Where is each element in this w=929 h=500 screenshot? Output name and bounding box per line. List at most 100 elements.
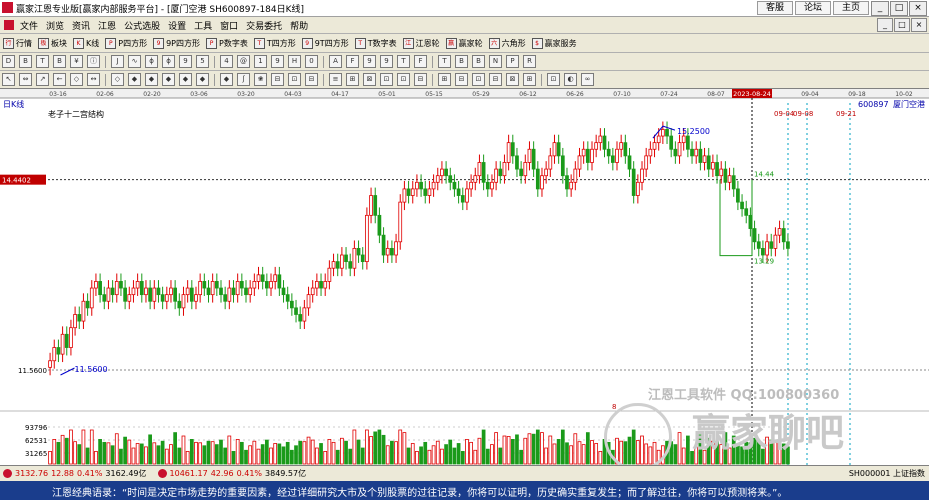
tool-icon[interactable]: ⊟ [489, 73, 502, 86]
tool-icon[interactable]: B [472, 55, 485, 68]
forum-link[interactable]: 论坛 [794, 1, 831, 15]
tool-icon[interactable]: ʃ [237, 73, 250, 86]
mdi-minimize-button[interactable]: _ [877, 18, 893, 32]
tool-icon[interactable]: ◇ [111, 73, 124, 86]
menu-item-8[interactable]: 交易委托 [242, 19, 286, 32]
tool-icon[interactable]: ≡ [329, 73, 342, 86]
tool-icon[interactable]: ∿ [128, 55, 141, 68]
customer-service-link[interactable]: 客服 [756, 1, 793, 15]
tool-icon[interactable]: ϕ [145, 55, 158, 68]
menu-item-7[interactable]: 窗口 [216, 19, 242, 32]
toolbar-button-7[interactable]: 9 9T四方形 [299, 37, 352, 49]
tool-icon[interactable]: ⊡ [547, 73, 560, 86]
toolbar-separator [432, 55, 433, 68]
tool-icon[interactable]: T [36, 55, 49, 68]
tool-icon[interactable]: ∞ [581, 73, 594, 86]
tool-icon[interactable]: 9 [380, 55, 393, 68]
menu-item-0[interactable]: 文件 [16, 19, 42, 32]
tool-icon[interactable]: J [111, 55, 124, 68]
toolbar-button-4[interactable]: 9 9P四方形 [150, 37, 203, 49]
toolbar-button-1[interactable]: 板板块 [35, 37, 70, 49]
tool-icon[interactable]: ¥ [70, 55, 83, 68]
tool-icon[interactable]: T [438, 55, 451, 68]
index-quote-0[interactable]: 3132.76 12.88 0.41% 3162.49亿 [0, 468, 147, 479]
menu-item-1[interactable]: 浏览 [42, 19, 68, 32]
tool-icon[interactable]: ⊞ [523, 73, 536, 86]
tool-icon[interactable]: 9 [179, 55, 192, 68]
tool-icon[interactable]: N [489, 55, 502, 68]
toolbar-button-9[interactable]: 江江恩轮 [400, 37, 443, 49]
toolbar-button-5[interactable]: P P数字表 [203, 37, 251, 49]
tool-icon[interactable]: ⊠ [363, 73, 376, 86]
maximize-button[interactable]: □ [890, 1, 908, 16]
tool-icon[interactable]: ⊟ [305, 73, 318, 86]
tool-icon[interactable]: 1 [254, 55, 267, 68]
toolbar-button-8[interactable]: T T数字表 [352, 37, 400, 49]
menu-item-3[interactable]: 江恩 [94, 19, 120, 32]
minimize-button[interactable]: _ [871, 1, 889, 16]
menu-item-4[interactable]: 公式选股 [120, 19, 164, 32]
tool-icon[interactable]: ⊟ [455, 73, 468, 86]
tool-icon[interactable]: ❀ [254, 73, 267, 86]
tool-icon[interactable]: ⊟ [414, 73, 427, 86]
mdi-close-button[interactable]: × [911, 18, 927, 32]
toolbar-button-0[interactable]: 行行情 [0, 37, 35, 49]
tool-icon[interactable]: F [346, 55, 359, 68]
tool-icon[interactable]: ◆ [196, 73, 209, 86]
tool-icon[interactable]: ⊞ [346, 73, 359, 86]
tool-icon[interactable]: ◆ [145, 73, 158, 86]
tool-icon[interactable]: ⊡ [472, 73, 485, 86]
tool-icon[interactable]: H [288, 55, 301, 68]
tool-icon[interactable]: ⊡ [288, 73, 301, 86]
mdi-restore-button[interactable]: □ [894, 18, 910, 32]
tool-icon[interactable]: 9 [271, 55, 284, 68]
tool-icon[interactable]: P [506, 55, 519, 68]
tool-icon[interactable]: R [523, 55, 536, 68]
status-index-name: SH000001 上证指数 [848, 469, 925, 478]
tool-icon[interactable]: D [2, 55, 15, 68]
toolbar-button-12[interactable]: $ 赢家服务 [529, 37, 580, 49]
tool-icon[interactable]: 0 [305, 55, 318, 68]
tool-icon[interactable]: ⊠ [506, 73, 519, 86]
kline-chart-area[interactable]: 03-16 02-06 02-20 03-06 03-20 04-03 04-17 05-01… [0, 89, 929, 471]
tool-icon[interactable]: F [414, 55, 427, 68]
tool-icon[interactable]: 4 [220, 55, 233, 68]
tool-icon[interactable]: ◆ [179, 73, 192, 86]
menu-item-5[interactable]: 设置 [164, 19, 190, 32]
tool-icon[interactable]: ⓘ [87, 55, 100, 68]
toolbar-button-11[interactable]: 六六角形 [486, 37, 529, 49]
close-button[interactable]: × [909, 1, 927, 16]
tool-icon[interactable]: ◆ [162, 73, 175, 86]
tool-icon[interactable]: 9 [363, 55, 376, 68]
toolbar-button-2[interactable]: K K线 [70, 37, 102, 49]
tool-icon[interactable]: @ [237, 55, 250, 68]
tool-icon[interactable]: ◆ [128, 73, 141, 86]
tool-icon[interactable]: B [19, 55, 32, 68]
toolbar-button-3[interactable]: P P四方形 [102, 37, 150, 49]
tool-icon[interactable]: ↔ [87, 73, 100, 86]
tool-icon[interactable]: ↗ [36, 73, 49, 86]
homepage-link[interactable]: 主页 [832, 1, 869, 15]
toolbar-button-6[interactable]: T T四方形 [251, 37, 299, 49]
menu-item-6[interactable]: 工具 [190, 19, 216, 32]
toolbar-button-10[interactable]: 赢赢家轮 [443, 37, 486, 49]
tool-icon[interactable]: 5 [196, 55, 209, 68]
tool-icon[interactable]: ← [53, 73, 66, 86]
menu-item-2[interactable]: 资讯 [68, 19, 94, 32]
tool-icon[interactable]: ◐ [564, 73, 577, 86]
index-quote-1[interactable]: 10461.17 42.96 0.41% 3849.57亿 [155, 468, 306, 479]
tool-icon[interactable]: B [455, 55, 468, 68]
tool-icon[interactable]: ⊡ [397, 73, 410, 86]
tool-icon[interactable]: ⇔ [19, 73, 32, 86]
tool-icon[interactable]: ⊞ [438, 73, 451, 86]
tool-icon[interactable]: ⊟ [271, 73, 284, 86]
tool-icon[interactable]: T [397, 55, 410, 68]
tool-icon[interactable]: B [53, 55, 66, 68]
tool-icon[interactable]: ϕ [162, 55, 175, 68]
tool-icon[interactable]: ⊡ [380, 73, 393, 86]
tool-icon[interactable]: ↖ [2, 73, 15, 86]
menu-item-9[interactable]: 帮助 [286, 19, 312, 32]
tool-icon[interactable]: ◇ [70, 73, 83, 86]
tool-icon[interactable]: ◆ [220, 73, 233, 86]
tool-icon[interactable]: A [329, 55, 342, 68]
